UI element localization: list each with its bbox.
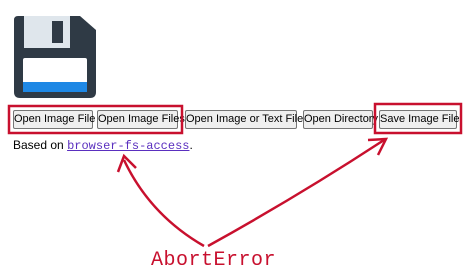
arrow-to-open-buttons bbox=[122, 159, 205, 248]
browser-fs-access-link[interactable]: browser-fs-access bbox=[67, 139, 189, 153]
open-image-files-button[interactable]: Open Image Files bbox=[97, 110, 185, 129]
abort-error-label: AbortError bbox=[151, 249, 277, 272]
credit-suffix: . bbox=[189, 138, 193, 152]
credit-line: Based on browser-fs-access. bbox=[13, 138, 193, 153]
open-directory-button[interactable]: Open Directory bbox=[303, 110, 378, 129]
arrow-to-save-button bbox=[207, 138, 385, 248]
arrowhead-save-button bbox=[367, 137, 389, 156]
save-image-file-button[interactable]: Save Image File bbox=[379, 110, 459, 129]
credit-prefix: Based on bbox=[13, 138, 64, 152]
open-image-file-button[interactable]: Open Image File bbox=[13, 110, 95, 129]
arrowhead-open-buttons bbox=[116, 153, 137, 173]
open-image-or-text-files-button[interactable]: Open Image or Text Files bbox=[185, 110, 309, 129]
floppy-disk-icon bbox=[14, 16, 96, 98]
